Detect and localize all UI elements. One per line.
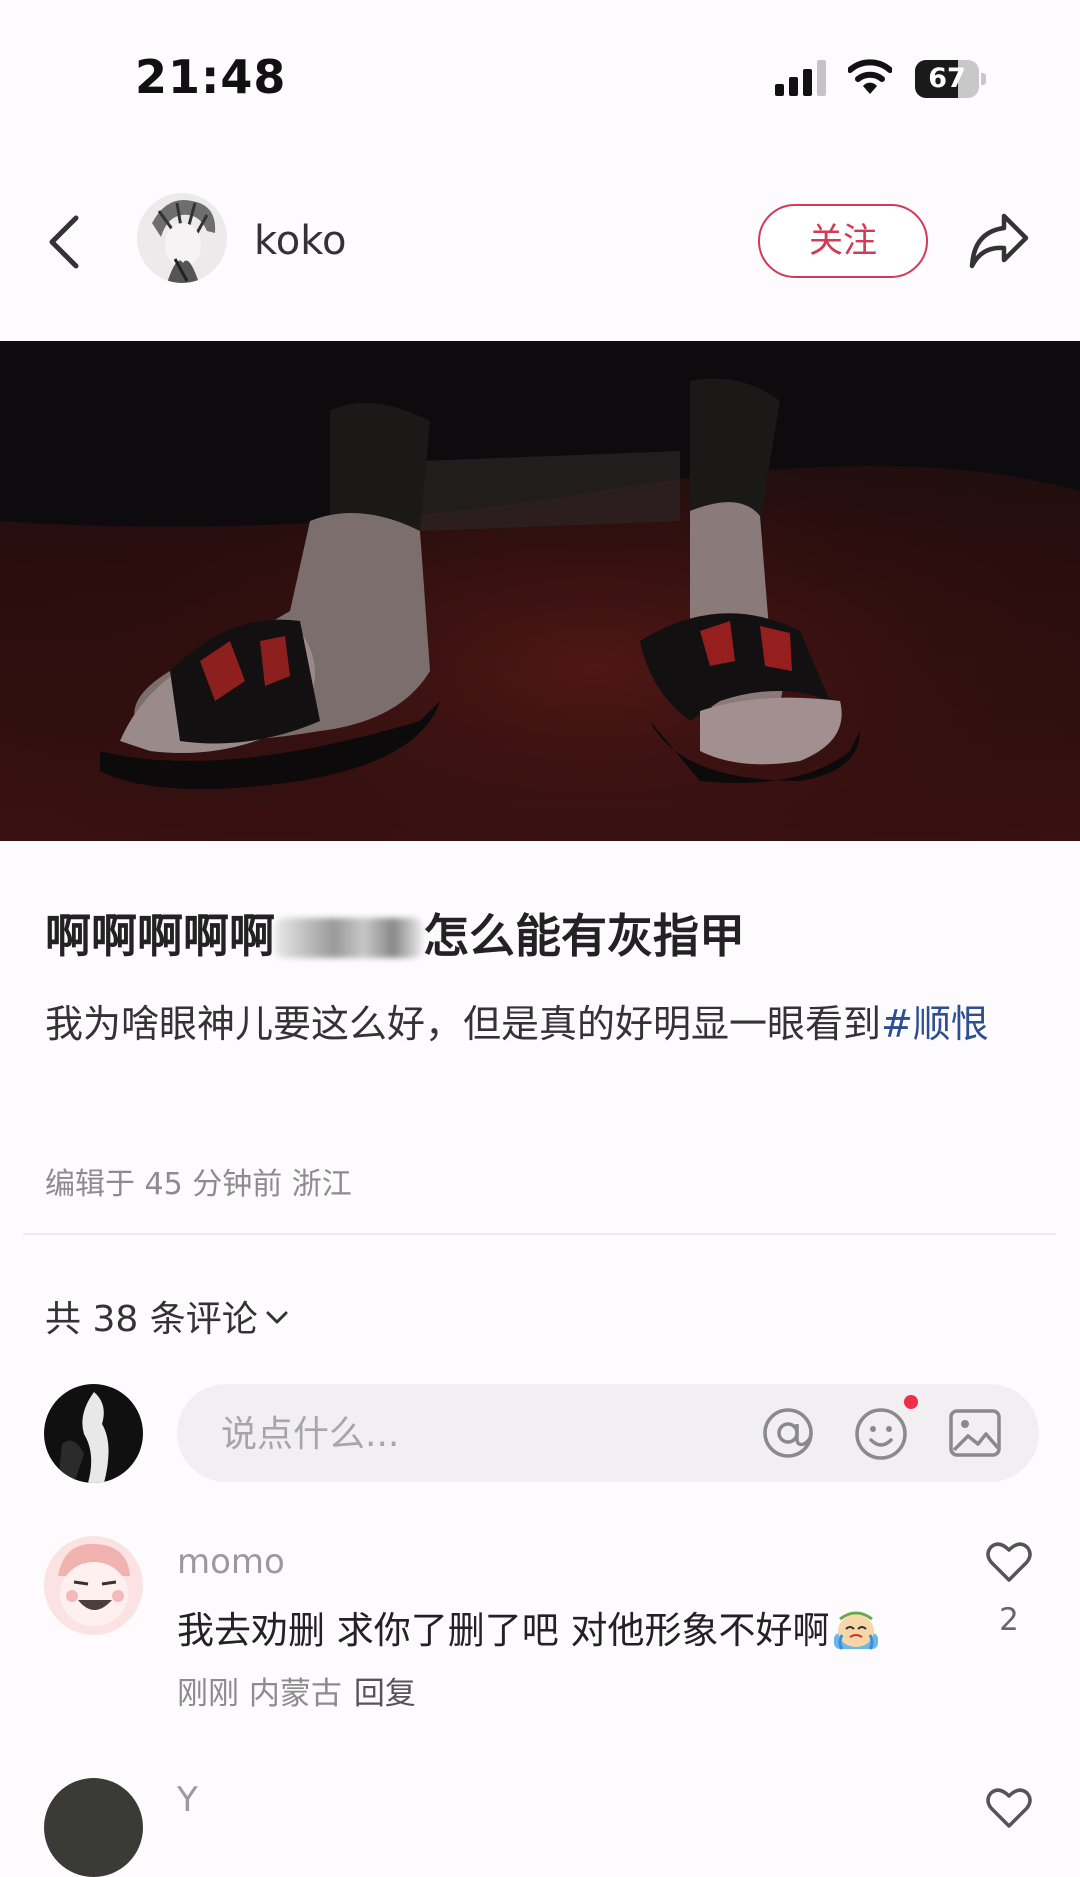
comment-text: 我去劝删 求你了删了吧 对他形象不好啊 bbox=[177, 1600, 880, 1654]
comment-meta: 刚刚 内蒙古 回复 bbox=[177, 1668, 416, 1713]
reply-button[interactable]: 回复 bbox=[354, 1676, 416, 1712]
image-icon[interactable] bbox=[948, 1408, 1002, 1458]
comment-input[interactable] bbox=[219, 1384, 703, 1484]
author-name[interactable]: koko bbox=[254, 218, 346, 264]
emoji-icon[interactable] bbox=[853, 1406, 909, 1462]
comment-count-toggle[interactable]: 共 38 条评论 bbox=[45, 1290, 290, 1342]
blurred-text bbox=[275, 918, 423, 958]
post-title: 啊啊啊啊啊 怎么能有灰指甲 bbox=[45, 900, 745, 966]
heart-icon[interactable] bbox=[985, 1786, 1033, 1830]
comment-username[interactable]: Y bbox=[177, 1780, 198, 1820]
comment-body: 我去劝删 求你了删了吧 对他形象不好啊 bbox=[177, 1609, 830, 1652]
follow-button[interactable]: 关注 bbox=[758, 204, 928, 278]
post-title-suffix: 怎么能有灰指甲 bbox=[423, 909, 745, 963]
comment-username[interactable]: momo bbox=[177, 1542, 285, 1582]
cellular-signal-icon bbox=[775, 60, 826, 96]
post-meta: 编辑于 45 分钟前 浙江 bbox=[45, 1167, 352, 1202]
author-avatar[interactable] bbox=[137, 193, 227, 283]
post-image[interactable] bbox=[0, 341, 1080, 841]
at-icon[interactable] bbox=[761, 1406, 815, 1460]
comment-count-label: 共 38 条评论 bbox=[45, 1299, 258, 1340]
notification-dot bbox=[904, 1395, 918, 1409]
post-title-prefix: 啊啊啊啊啊 bbox=[45, 909, 275, 963]
post-body: 我为啥眼神儿要这么好，但是真的好明显一眼看到#顺恨 bbox=[45, 988, 1035, 1060]
comment-time: 刚刚 bbox=[177, 1676, 239, 1712]
my-avatar[interactable] bbox=[44, 1384, 143, 1483]
comment-location: 内蒙古 bbox=[248, 1676, 342, 1712]
chevron-left-icon[interactable] bbox=[44, 212, 84, 272]
battery-indicator: 67 bbox=[915, 60, 987, 98]
comment-avatar[interactable] bbox=[44, 1778, 143, 1877]
chevron-down-icon bbox=[266, 1311, 288, 1324]
share-icon[interactable] bbox=[968, 210, 1030, 270]
wifi-icon bbox=[848, 59, 892, 94]
comment-avatar[interactable] bbox=[44, 1536, 143, 1635]
crying-emoji-icon bbox=[833, 1611, 878, 1650]
status-time: 21:48 bbox=[135, 50, 287, 104]
hashtag-link[interactable]: #顺恨 bbox=[881, 1002, 989, 1046]
divider bbox=[23, 1233, 1056, 1235]
heart-icon[interactable] bbox=[985, 1540, 1033, 1584]
post-body-text: 我为啥眼神儿要这么好，但是真的好明显一眼看到 bbox=[45, 1002, 882, 1046]
battery-level-text: 67 bbox=[928, 63, 966, 94]
like-count: 2 bbox=[999, 1602, 1019, 1638]
